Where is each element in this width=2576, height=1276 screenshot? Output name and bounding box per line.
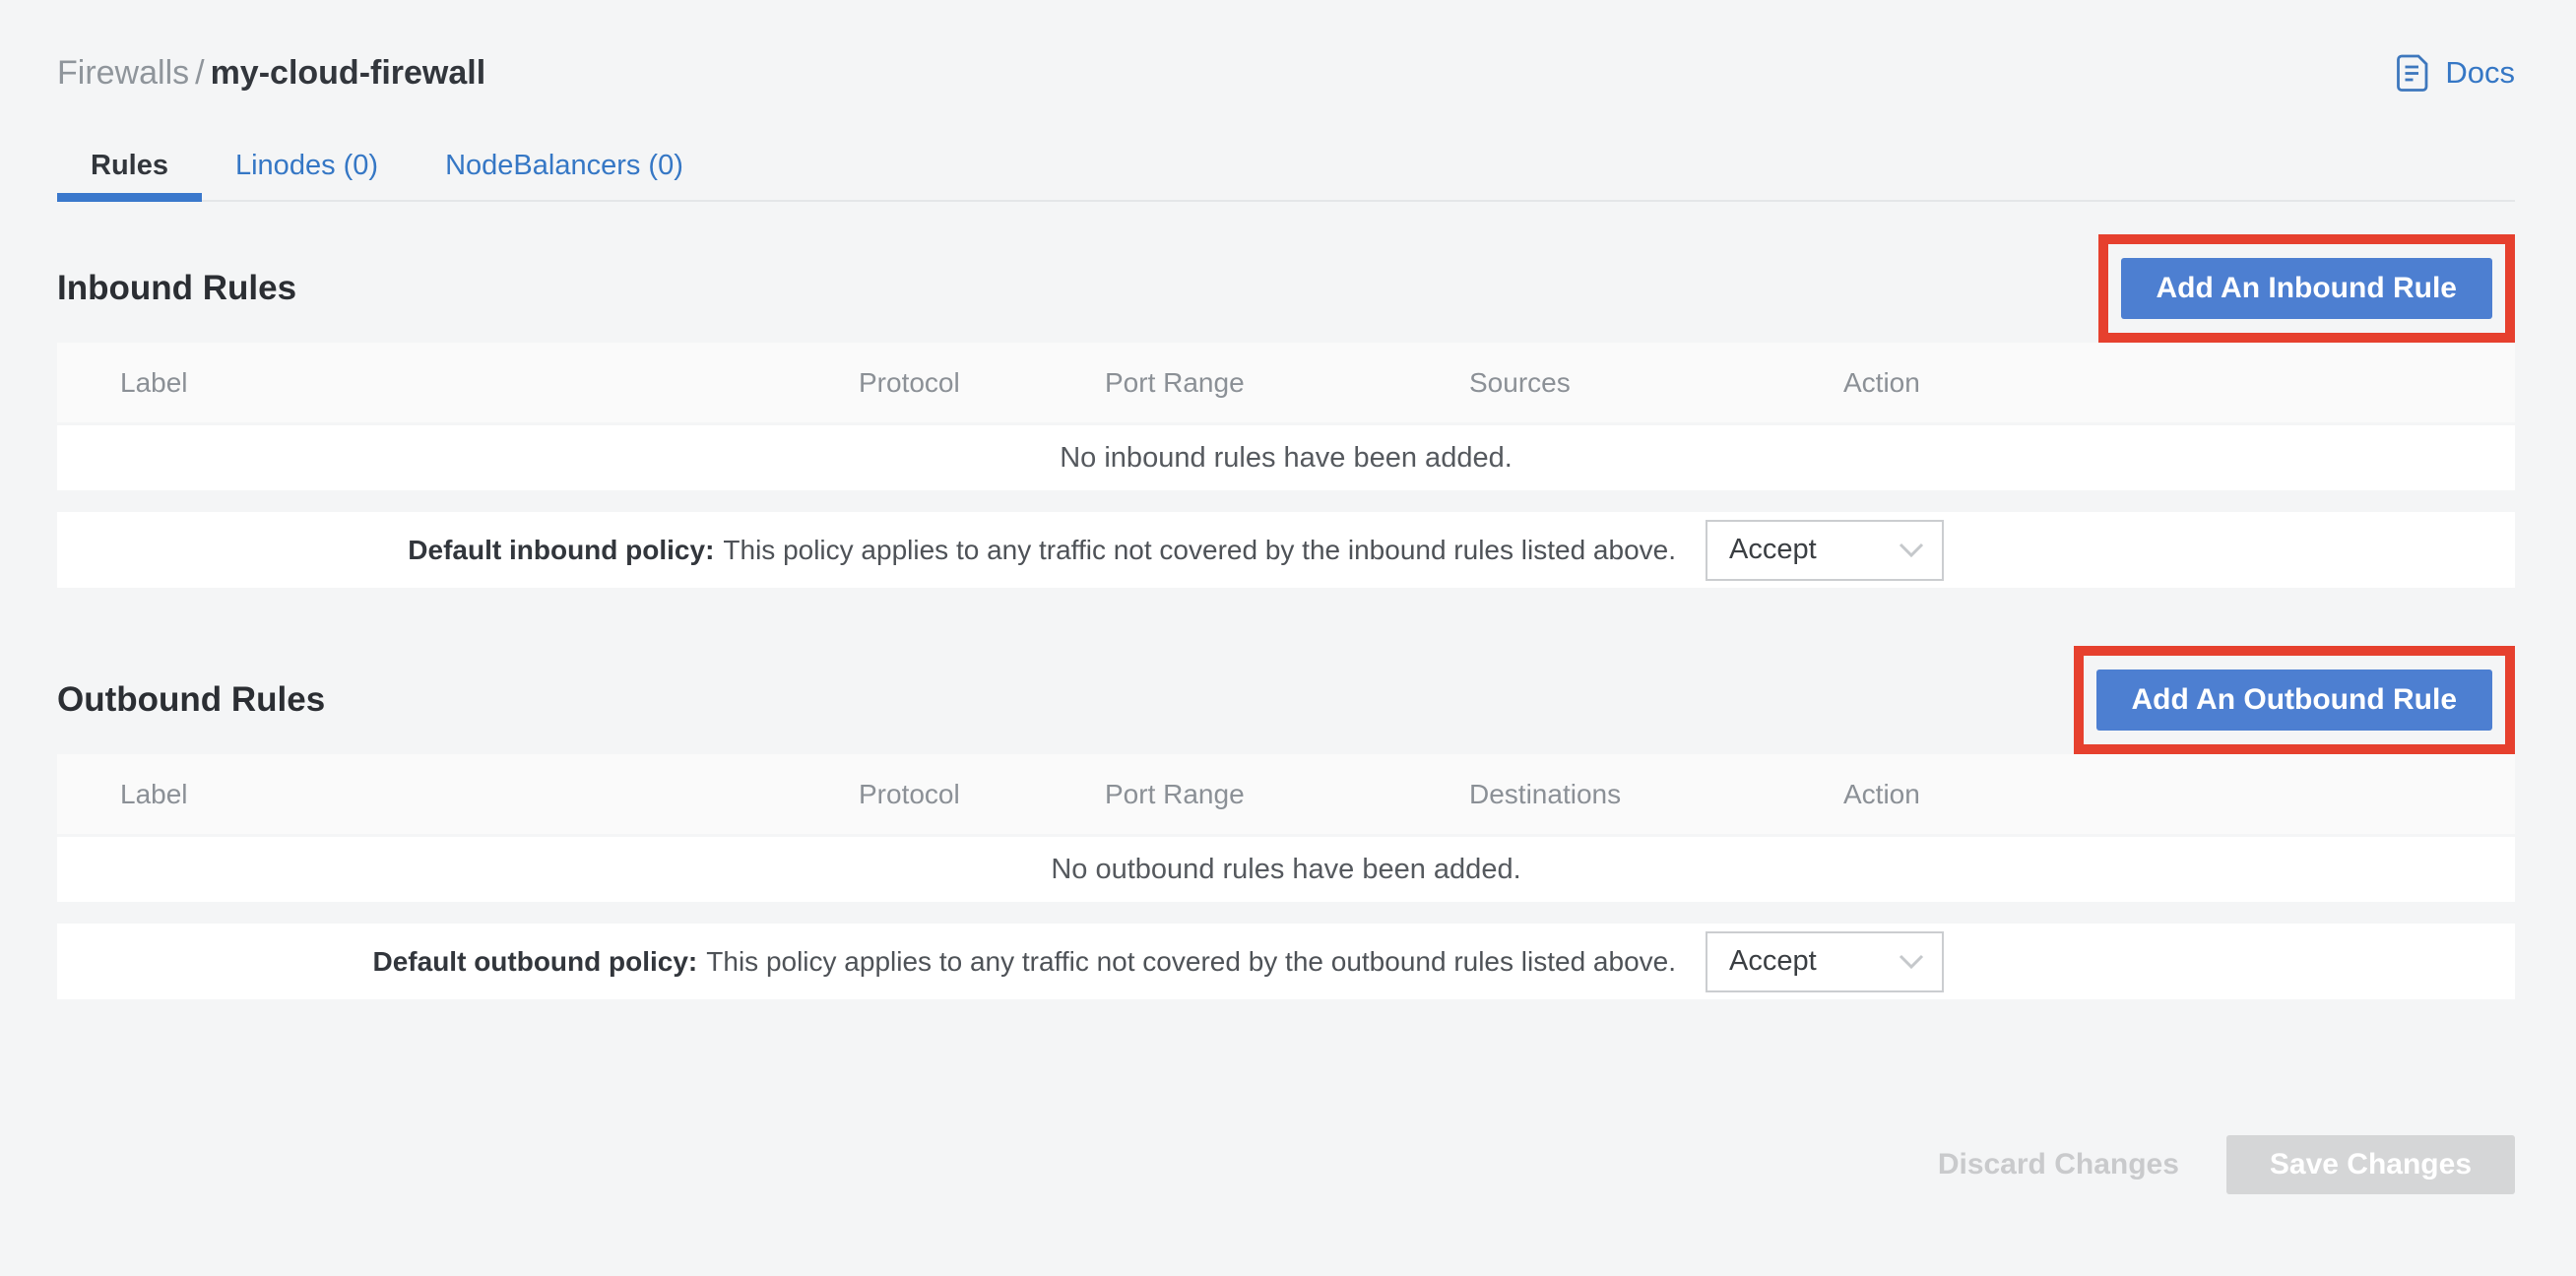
page-title: my-cloud-firewall (211, 54, 486, 92)
outbound-policy-row: Default outbound policy: This policy appl… (57, 924, 2515, 999)
outbound-rules-table: Label Protocol Port Range Destinations A… (57, 754, 2515, 999)
inbound-policy-text: Default inbound policy: This policy appli… (408, 535, 1676, 566)
footer-actions: Discard Changes Save Changes (57, 1135, 2515, 1194)
inbound-table-header-row: Label Protocol Port Range Sources Action (57, 343, 2515, 425)
column-header-label: Label (120, 779, 859, 810)
outbound-policy-text: Default outbound policy: This policy appl… (373, 946, 1676, 978)
add-inbound-rule-button[interactable]: Add An Inbound Rule (2121, 258, 2493, 319)
outbound-section-header: Outbound Rules Add An Outbound Rule (57, 646, 2515, 754)
column-header-port-range: Port Range (1105, 779, 1469, 810)
column-header-port-range: Port Range (1105, 367, 1469, 399)
column-header-protocol: Protocol (859, 367, 1105, 399)
outbound-policy-description: This policy applies to any traffic not c… (706, 946, 1676, 977)
outbound-table-header-row: Label Protocol Port Range Destinations A… (57, 754, 2515, 837)
tab-bar: Rules Linodes (0) NodeBalancers (0) (57, 148, 2515, 202)
outbound-rules-heading: Outbound Rules (57, 680, 325, 720)
inbound-policy-selected-value: Accept (1729, 534, 1817, 566)
inbound-empty-message-row: No inbound rules have been added. (57, 425, 2515, 490)
column-header-protocol: Protocol (859, 779, 1105, 810)
add-outbound-rule-button[interactable]: Add An Outbound Rule (2096, 670, 2492, 731)
column-header-sources: Sources (1469, 367, 1843, 399)
chevron-down-icon (1899, 542, 1924, 558)
inbound-policy-select[interactable]: Accept (1706, 520, 1944, 581)
annotation-rectangle-inbound: Add An Inbound Rule (2098, 234, 2516, 343)
breadcrumb: Firewalls/my-cloud-firewall (57, 51, 485, 95)
discard-changes-button[interactable]: Discard Changes (1938, 1148, 2179, 1181)
outbound-empty-message: No outbound rules have been added. (1051, 854, 1520, 886)
breadcrumb-separator: / (189, 54, 210, 92)
column-header-action: Action (1843, 367, 2452, 399)
annotation-rectangle-outbound: Add An Outbound Rule (2074, 646, 2515, 754)
inbound-policy-row: Default inbound policy: This policy appli… (57, 512, 2515, 588)
tab-nodebalancers[interactable]: NodeBalancers (0) (412, 148, 717, 202)
breadcrumb-firewalls-link[interactable]: Firewalls (57, 54, 189, 92)
column-header-action: Action (1843, 779, 2452, 810)
firewall-detail-page: Firewalls/my-cloud-firewall Docs Rules L… (0, 0, 2576, 1276)
tab-rules[interactable]: Rules (57, 148, 202, 202)
column-header-label: Label (120, 367, 859, 399)
document-icon (2396, 53, 2431, 93)
inbound-section-header: Inbound Rules Add An Inbound Rule (57, 234, 2515, 343)
inbound-policy-description: This policy applies to any traffic not c… (723, 535, 1676, 565)
tab-linodes[interactable]: Linodes (0) (202, 148, 412, 202)
top-bar: Firewalls/my-cloud-firewall Docs (57, 51, 2515, 95)
outbound-empty-message-row: No outbound rules have been added. (57, 837, 2515, 902)
inbound-rules-table: Label Protocol Port Range Sources Action… (57, 343, 2515, 588)
inbound-rules-heading: Inbound Rules (57, 269, 296, 308)
inbound-empty-message: No inbound rules have been added. (1060, 442, 1513, 475)
docs-label: Docs (2445, 55, 2515, 91)
outbound-policy-label: Default outbound policy: (373, 946, 698, 977)
save-changes-button[interactable]: Save Changes (2226, 1135, 2515, 1194)
chevron-down-icon (1899, 954, 1924, 970)
docs-link[interactable]: Docs (2396, 53, 2515, 93)
column-header-destinations: Destinations (1469, 779, 1843, 810)
outbound-policy-select[interactable]: Accept (1706, 931, 1944, 992)
outbound-policy-selected-value: Accept (1729, 945, 1817, 978)
inbound-policy-label: Default inbound policy: (408, 535, 714, 565)
